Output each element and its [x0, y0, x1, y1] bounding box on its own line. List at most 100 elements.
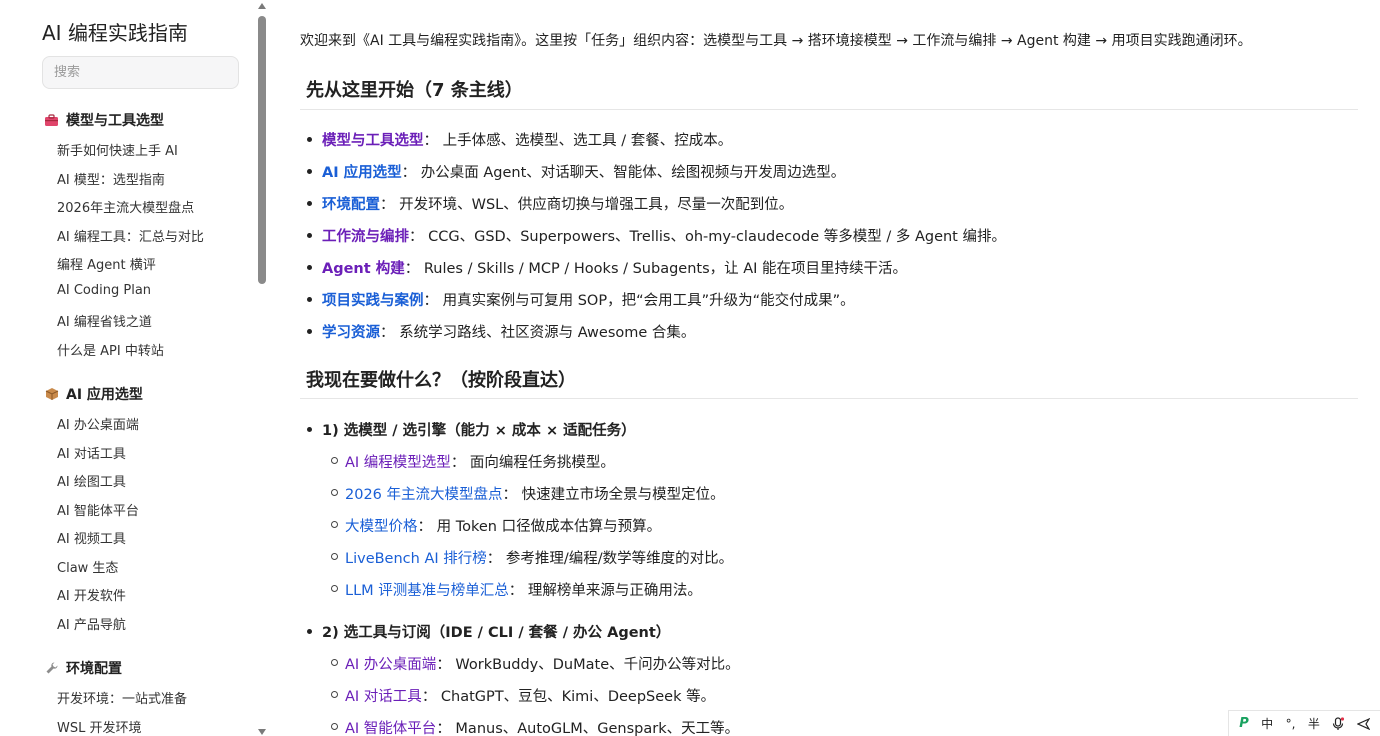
- link-model-price[interactable]: 大模型价格: [345, 519, 418, 535]
- bullet: [307, 265, 312, 270]
- sidebar-item[interactable]: 2026年主流大模型盘点: [57, 197, 194, 216]
- sidebar-item[interactable]: 什么是 API 中转站: [57, 340, 164, 359]
- mic-icon[interactable]: [1332, 716, 1345, 731]
- sidebar-item[interactable]: AI 办公桌面端: [57, 414, 139, 433]
- sidebar-item[interactable]: AI 模型：选型指南: [57, 169, 165, 188]
- sidebar-section-label: 环境配置: [66, 661, 122, 677]
- sidebar-section-model-tools[interactable]: 模型与工具选型: [44, 110, 164, 130]
- list-item: 项目实践与案例： 用真实案例与可复用 SOP，把“会用工具”升级为“能交付成果”…: [322, 289, 855, 310]
- link-workflow[interactable]: 工作流与编排: [322, 229, 409, 245]
- list-item: 环境配置： 开发环境、WSL、供应商切换与增强工具，尽量一次配到位。: [322, 193, 793, 214]
- list-item: AI 办公桌面端： WorkBuddy、DuMate、千问办公等对比。: [345, 653, 740, 674]
- group-title: 1) 选模型 / 选引擎（能力 × 成本 × 适配任务）: [322, 423, 636, 439]
- link-coding-model[interactable]: AI 编程模型选型: [345, 455, 451, 471]
- section-heading-what-now: 我现在要做什么？（按阶段直达）: [306, 370, 576, 391]
- search-input[interactable]: [42, 56, 239, 89]
- sidebar-item[interactable]: AI 编程工具：汇总与对比: [57, 226, 204, 245]
- divider: [300, 109, 1358, 110]
- section-heading-start-here: 先从这里开始（7 条主线）: [306, 80, 523, 101]
- sidebar-section-env-config[interactable]: 环境配置: [44, 658, 122, 678]
- scroll-down-arrow-icon[interactable]: [258, 729, 266, 735]
- link-model-tools[interactable]: 模型与工具选型: [322, 133, 424, 149]
- sidebar-item[interactable]: AI 对话工具: [57, 443, 126, 462]
- ime-logo-icon[interactable]: P: [1239, 716, 1249, 731]
- ime-width-toggle[interactable]: 半: [1308, 715, 1320, 732]
- link-app-selection[interactable]: AI 应用选型: [322, 165, 402, 181]
- bullet: [307, 297, 312, 302]
- sidebar-item[interactable]: AI 绘图工具: [57, 471, 126, 490]
- sidebar-item[interactable]: 编程 Agent 横评: [57, 254, 156, 273]
- sidebar-item[interactable]: AI 产品导航: [57, 614, 126, 633]
- sidebar-item[interactable]: AI 开发软件: [57, 585, 126, 604]
- link-agent-build[interactable]: Agent 构建: [322, 261, 405, 277]
- list-item-text: ： 开发环境、WSL、供应商切换与增强工具，尽量一次配到位。: [380, 197, 794, 213]
- sidebar-item[interactable]: AI 视频工具: [57, 528, 126, 547]
- link-office-desktop[interactable]: AI 办公桌面端: [345, 657, 436, 673]
- link-agent-platform[interactable]: AI 智能体平台: [345, 721, 436, 736]
- main-content: 欢迎来到《AI 工具与编程实践指南》。这里按「任务」组织内容：选模型与工具 → …: [268, 0, 1380, 736]
- ime-lang-toggle[interactable]: 中: [1261, 715, 1273, 732]
- list-item: Agent 构建： Rules / Skills / MCP / Hooks /…: [322, 257, 907, 278]
- ime-punct-toggle[interactable]: °,: [1286, 717, 1296, 731]
- divider: [300, 398, 1358, 399]
- list-item-text: ： 用真实案例与可复用 SOP，把“会用工具”升级为“能交付成果”。: [423, 293, 855, 309]
- bullet: [307, 169, 312, 174]
- bullet: [307, 629, 312, 634]
- list-item-text: ： Rules / Skills / MCP / Hooks / Subagen…: [404, 261, 908, 277]
- link-2026-models[interactable]: 2026 年主流大模型盘点: [345, 487, 503, 503]
- list-item: AI 应用选型： 办公桌面 Agent、对话聊天、智能体、绘图视频与开发周边选型…: [322, 161, 845, 182]
- sub-bullet: [331, 691, 338, 698]
- list-item: 大模型价格： 用 Token 口径做成本估算与预算。: [345, 515, 661, 536]
- list-item-text: ： ChatGPT、豆包、Kimi、DeepSeek 等。: [421, 689, 716, 705]
- sidebar-item[interactable]: AI 智能体平台: [57, 500, 139, 519]
- list-item-text: ： 理解榜单来源与正确用法。: [508, 583, 702, 599]
- link-projects[interactable]: 项目实践与案例: [322, 293, 424, 309]
- package-icon: [44, 387, 59, 402]
- link-learning[interactable]: 学习资源: [322, 325, 380, 341]
- sub-bullet: [331, 521, 338, 528]
- link-env-config[interactable]: 环境配置: [322, 197, 380, 213]
- link-livebench[interactable]: LiveBench AI 排行榜: [345, 551, 487, 567]
- site-title[interactable]: AI 编程实践指南: [42, 17, 188, 46]
- sidebar-item[interactable]: Claw 生态: [57, 557, 118, 576]
- sidebar-section-app-selection[interactable]: AI 应用选型: [44, 384, 143, 404]
- scroll-up-arrow-icon[interactable]: [258, 3, 266, 9]
- list-item-text: ： 用 Token 口径做成本估算与预算。: [417, 519, 662, 535]
- sidebar: AI 编程实践指南 模型与工具选型 新手如何快速上手 AI AI 模型：选型指南…: [0, 0, 256, 736]
- link-chat-tools[interactable]: AI 对话工具: [345, 689, 422, 705]
- list-item: AI 智能体平台： Manus、AutoGLM、Genspark、天工等。: [345, 717, 739, 736]
- list-item-text: ： 办公桌面 Agent、对话聊天、智能体、绘图视频与开发周边选型。: [401, 165, 846, 181]
- list-item-text: ： WorkBuddy、DuMate、千问办公等对比。: [436, 657, 740, 673]
- sub-bullet: [331, 457, 338, 464]
- scrollbar-thumb[interactable]: [258, 16, 266, 284]
- list-item: AI 编程模型选型： 面向编程任务挑模型。: [345, 451, 615, 472]
- sub-bullet: [331, 489, 338, 496]
- wrench-icon: [44, 661, 59, 676]
- intro-paragraph: 欢迎来到《AI 工具与编程实践指南》。这里按「任务」组织内容：选模型与工具 → …: [300, 33, 1252, 49]
- list-item-text: ： 面向编程任务挑模型。: [450, 455, 615, 471]
- list-item: AI 对话工具： ChatGPT、豆包、Kimi、DeepSeek 等。: [345, 685, 715, 706]
- list-item-text: ： 快速建立市场全景与模型定位。: [502, 487, 725, 503]
- sub-bullet: [331, 553, 338, 560]
- list-item: 学习资源： 系统学习路线、社区资源与 Awesome 合集。: [322, 321, 695, 342]
- send-icon[interactable]: [1356, 717, 1370, 730]
- ime-toolbar: P 中 °, 半: [1228, 710, 1380, 736]
- sidebar-item[interactable]: 开发环境：一站式准备: [57, 688, 187, 707]
- list-item-text: ： CCG、GSD、Superpowers、Trellis、oh-my-clau…: [409, 229, 1006, 245]
- bullet: [307, 427, 312, 432]
- link-llm-benchmarks[interactable]: LLM 评测基准与榜单汇总: [345, 583, 509, 599]
- bullet: [307, 233, 312, 238]
- group-title: 2) 选工具与订阅（IDE / CLI / 套餐 / 办公 Agent）: [322, 625, 671, 641]
- list-item: 2026 年主流大模型盘点： 快速建立市场全景与模型定位。: [345, 483, 725, 504]
- sidebar-item[interactable]: AI Coding Plan: [57, 283, 151, 298]
- bullet: [307, 137, 312, 142]
- list-item-text: ： Manus、AutoGLM、Genspark、天工等。: [436, 721, 740, 736]
- list-item: 工作流与编排： CCG、GSD、Superpowers、Trellis、oh-m…: [322, 225, 1006, 246]
- sidebar-item[interactable]: WSL 开发环境: [57, 717, 141, 736]
- list-item: LiveBench AI 排行榜： 参考推理/编程/数学等维度的对比。: [345, 547, 733, 568]
- sidebar-scrollbar[interactable]: [256, 0, 268, 736]
- sub-bullet: [331, 659, 338, 666]
- sidebar-item[interactable]: AI 编程省钱之道: [57, 311, 152, 330]
- sidebar-section-label: AI 应用选型: [66, 387, 143, 403]
- sidebar-item[interactable]: 新手如何快速上手 AI: [57, 140, 178, 159]
